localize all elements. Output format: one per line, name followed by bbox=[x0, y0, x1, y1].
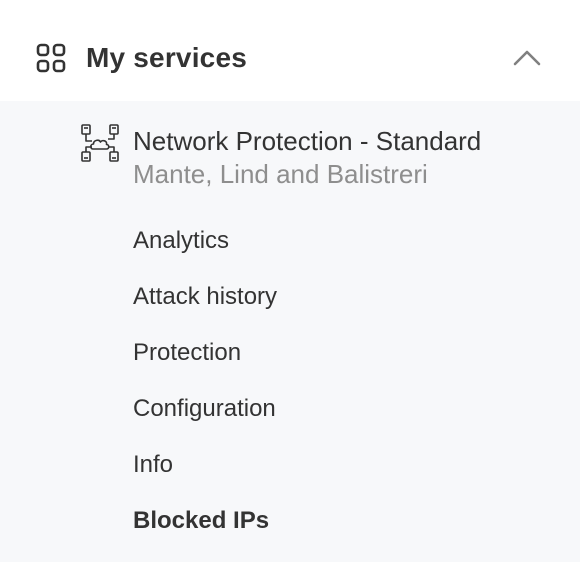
service-name: Network Protection - Standard bbox=[133, 126, 482, 156]
my-services-panel: My services Network Protection - Standar… bbox=[0, 0, 580, 562]
network-cloud-icon bbox=[81, 124, 119, 162]
service-company: Mante, Lind and Balistreri bbox=[133, 159, 428, 189]
grid-icon bbox=[36, 43, 66, 73]
menu-item-protection[interactable]: Protection bbox=[133, 333, 241, 373]
menu-item-analytics[interactable]: Analytics bbox=[133, 221, 229, 261]
service-entry[interactable]: Network Protection - Standard Mante, Lin… bbox=[0, 101, 580, 201]
section-title: My services bbox=[86, 42, 247, 73]
menu-item-blocked-ips[interactable]: Blocked IPs bbox=[133, 501, 269, 541]
menu-item-configuration[interactable]: Configuration bbox=[133, 389, 276, 429]
services-submenu: Network Protection - Standard Mante, Lin… bbox=[0, 101, 580, 562]
menu-item-attack-history[interactable]: Attack history bbox=[133, 277, 277, 317]
chevron-up-icon[interactable] bbox=[512, 47, 542, 67]
menu-item-info[interactable]: Info bbox=[133, 445, 173, 485]
my-services-header[interactable]: My services bbox=[0, 0, 580, 101]
